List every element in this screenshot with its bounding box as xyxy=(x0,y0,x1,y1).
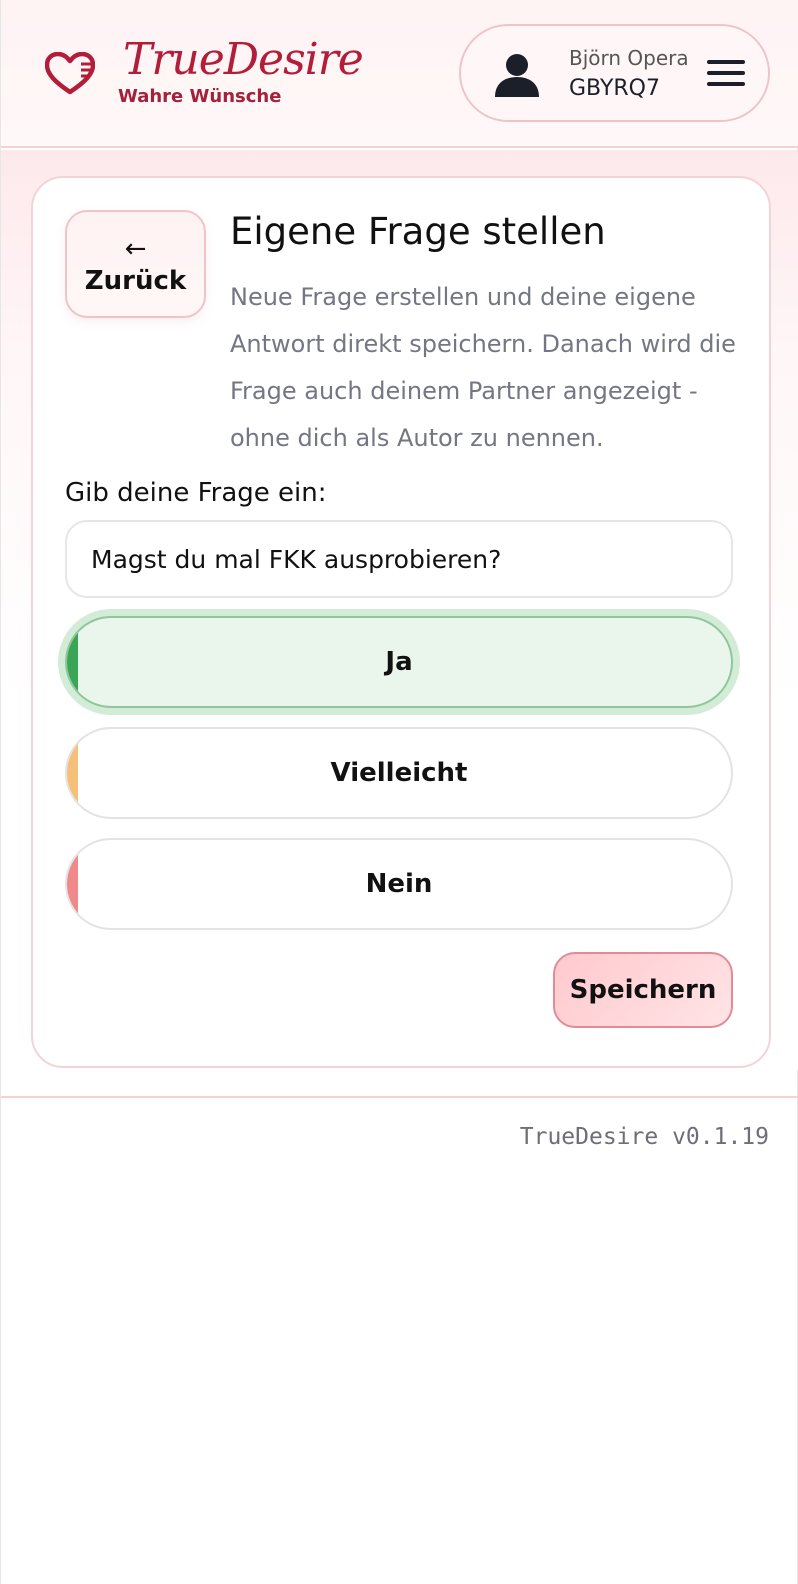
user-name: Björn Opera xyxy=(569,46,689,70)
page-title: Eigene Frage stellen xyxy=(230,210,606,253)
question-input[interactable] xyxy=(65,520,733,598)
question-field-label: Gib deine Frage ein: xyxy=(65,478,327,508)
save-button[interactable]: Speichern xyxy=(553,952,733,1028)
app-header: TrueDesire Wahre Wünsche Björn Opera GBY… xyxy=(1,0,798,148)
hamburger-menu-icon[interactable] xyxy=(707,60,747,90)
heart-zipper-icon xyxy=(45,52,95,95)
brand-name: TrueDesire xyxy=(123,34,364,85)
back-button[interactable]: ← Zurück xyxy=(65,210,206,318)
back-arrow-icon: ← xyxy=(124,234,147,264)
footer-divider xyxy=(1,1096,798,1098)
answer-label: Nein xyxy=(365,869,433,899)
answer-option-nein[interactable]: Nein xyxy=(65,838,733,930)
app-version: TrueDesire v0.1.19 xyxy=(519,1124,769,1150)
brand-logo[interactable]: TrueDesire Wahre Wünsche xyxy=(45,34,364,114)
answer-label: Vielleicht xyxy=(330,758,468,788)
answer-option-ja[interactable]: Ja xyxy=(65,616,733,708)
user-menu-pill[interactable]: Björn Opera GBYRQ7 xyxy=(459,24,770,122)
ask-question-card: ← Zurück Eigene Frage stellen Neue Frage… xyxy=(31,176,771,1068)
brand-tagline: Wahre Wünsche xyxy=(118,86,282,107)
back-label: Zurück xyxy=(84,266,187,296)
user-code: GBYRQ7 xyxy=(569,76,660,101)
answer-label: Ja xyxy=(385,647,413,677)
answer-option-vielleicht[interactable]: Vielleicht xyxy=(65,727,733,819)
user-icon xyxy=(495,54,539,97)
page-description: Neue Frage erstellen und deine eigene An… xyxy=(230,283,736,452)
